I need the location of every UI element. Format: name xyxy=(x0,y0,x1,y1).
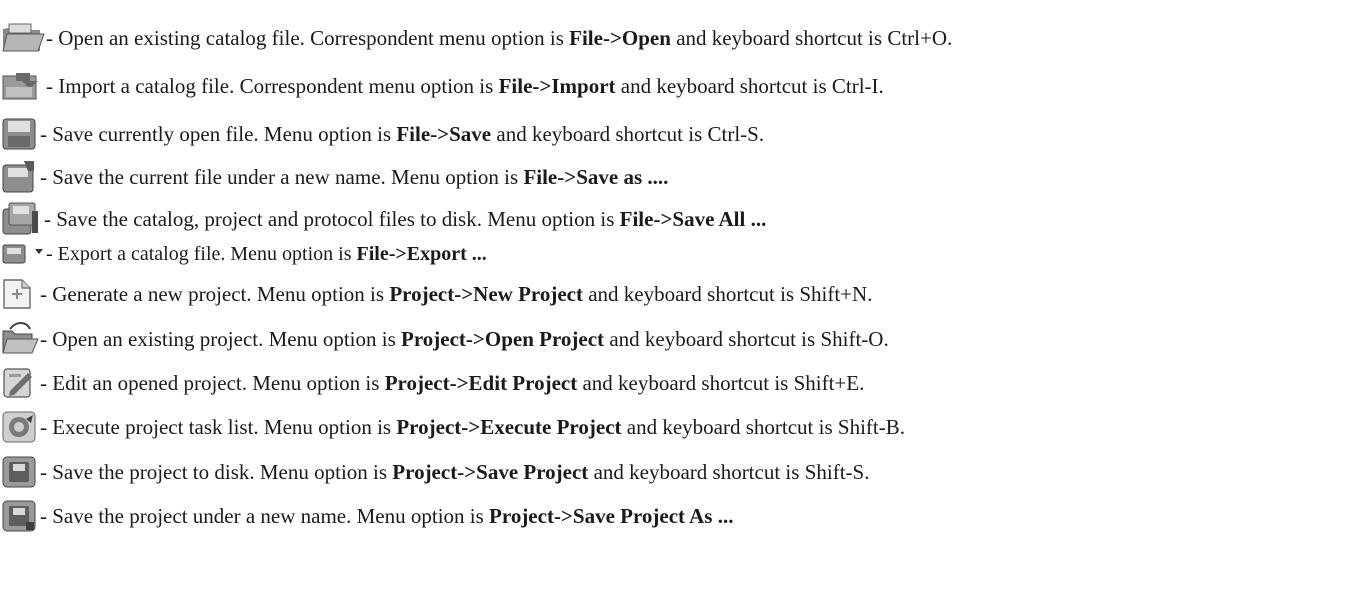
description-text: - xyxy=(40,121,53,146)
list-item: - Save the catalog, project and protocol… xyxy=(0,199,766,239)
menu-path: Project->Save Project xyxy=(392,459,589,484)
menu-path: File->Save xyxy=(396,121,492,146)
list-item: - Export a catalog file. Menu option is … xyxy=(0,236,487,272)
execute-project-icon xyxy=(0,409,40,445)
edit-project-icon xyxy=(0,365,40,401)
menu-path: File->Save All ... xyxy=(619,206,767,231)
description-text: Save the project to disk. Menu option is xyxy=(52,459,393,484)
description-text: Export a catalog file. Menu option is xyxy=(57,242,357,265)
description-text: and keyboard shortcut is xyxy=(621,414,838,439)
description-text: Save the catalog, project and protocol f… xyxy=(56,206,620,231)
description-text: - xyxy=(46,25,59,50)
keyboard-shortcut: Ctrl-S. xyxy=(707,121,765,146)
list-item: - Open an existing catalog file. Corresp… xyxy=(0,16,952,60)
description-text: and keyboard shortcut is xyxy=(491,121,708,146)
keyboard-shortcut: Ctrl+O. xyxy=(887,25,953,50)
item-description: - Save the current file under a new name… xyxy=(40,165,668,190)
description-text: - xyxy=(40,281,53,306)
menu-path: Project->New Project xyxy=(389,281,583,306)
item-description: - Open an existing catalog file. Corresp… xyxy=(46,26,952,51)
description-text: Save the project under a new name. Menu … xyxy=(52,503,490,528)
description-text: Save currently open file. Menu option is xyxy=(52,121,397,146)
item-description: - Edit an opened project. Menu option is… xyxy=(40,371,864,396)
list-item: - Import a catalog file. Correspondent m… xyxy=(0,64,884,108)
menu-path: File->Export ... xyxy=(356,242,487,265)
description-text: - xyxy=(46,73,59,98)
new-project-icon xyxy=(0,276,40,312)
list-item: - Open an existing project. Menu option … xyxy=(0,317,889,361)
menu-path: Project->Execute Project xyxy=(396,414,622,439)
item-description: - Save the catalog, project and protocol… xyxy=(44,207,766,232)
description-text: and keyboard shortcut is xyxy=(670,25,888,50)
menu-path: File->Open xyxy=(569,25,671,50)
list-item: - Execute project task list. Menu option… xyxy=(0,405,905,449)
item-description: - Open an existing project. Menu option … xyxy=(40,327,889,352)
save-all-icon xyxy=(0,201,44,237)
description-text: - xyxy=(40,326,53,351)
item-description: - Save currently open file. Menu option … xyxy=(40,122,764,147)
menu-path: File->Save as .... xyxy=(523,164,669,189)
save-project-as-icon xyxy=(0,498,40,534)
description-text: and keyboard shortcut is xyxy=(582,281,800,306)
keyboard-shortcut: Shift+E. xyxy=(793,370,865,395)
description-text: and keyboard shortcut is xyxy=(577,370,794,395)
description-text: Save the current file under a new name. … xyxy=(52,164,524,189)
description-text: Execute project task list. Menu option i… xyxy=(52,414,397,439)
menu-path: File->Import xyxy=(498,73,616,98)
keyboard-shortcut: Shift+N. xyxy=(799,281,873,306)
description-text: - xyxy=(44,206,57,231)
list-item: - Generate a new project. Menu option is… xyxy=(0,272,872,316)
open-project-icon xyxy=(0,321,40,357)
save-file-icon xyxy=(0,116,40,152)
description-text: and keyboard shortcut is xyxy=(588,459,805,484)
description-text: and keyboard shortcut is xyxy=(604,326,821,351)
export-catalog-icon xyxy=(0,243,46,265)
item-description: - Save the project under a new name. Men… xyxy=(40,504,733,529)
open-catalog-icon xyxy=(0,21,46,55)
list-item: - Save the current file under a new name… xyxy=(0,155,668,199)
item-description: - Generate a new project. Menu option is… xyxy=(40,282,872,307)
description-text: and keyboard shortcut is xyxy=(615,73,832,98)
keyboard-shortcut: Shift-B. xyxy=(837,414,905,439)
description-text: Generate a new project. Menu option is xyxy=(52,281,390,306)
description-text: Edit an opened project. Menu option is xyxy=(52,370,385,395)
menu-path: Project->Edit Project xyxy=(384,370,578,395)
description-text: - xyxy=(40,370,53,395)
menu-path: Project->Save Project As ... xyxy=(489,503,734,528)
keyboard-shortcut: Shift-S. xyxy=(804,459,870,484)
import-catalog-icon xyxy=(0,69,46,103)
description-text: - xyxy=(40,164,53,189)
item-description: - Export a catalog file. Menu option is … xyxy=(46,243,487,266)
list-item: - Save the project under a new name. Men… xyxy=(0,494,733,538)
keyboard-shortcut: Ctrl-I. xyxy=(831,73,884,98)
save-project-icon xyxy=(0,454,40,490)
description-text: - xyxy=(40,503,53,528)
description-text: Open an existing catalog file. Correspon… xyxy=(58,25,570,50)
description-text: - xyxy=(46,242,58,265)
item-description: - Execute project task list. Menu option… xyxy=(40,415,905,440)
item-description: - Save the project to disk. Menu option … xyxy=(40,460,869,485)
menu-path: Project->Open Project xyxy=(401,326,605,351)
list-item: - Edit an opened project. Menu option is… xyxy=(0,361,864,405)
description-text: - xyxy=(40,414,53,439)
description-text: Open an existing project. Menu option is xyxy=(52,326,402,351)
description-text: - xyxy=(40,459,53,484)
list-item: - Save the project to disk. Menu option … xyxy=(0,450,869,494)
keyboard-shortcut: Shift-O. xyxy=(820,326,889,351)
save-as-icon xyxy=(0,159,40,195)
item-description: - Import a catalog file. Correspondent m… xyxy=(46,74,884,99)
list-item: - Save currently open file. Menu option … xyxy=(0,112,764,156)
description-text: Import a catalog file. Correspondent men… xyxy=(58,73,499,98)
